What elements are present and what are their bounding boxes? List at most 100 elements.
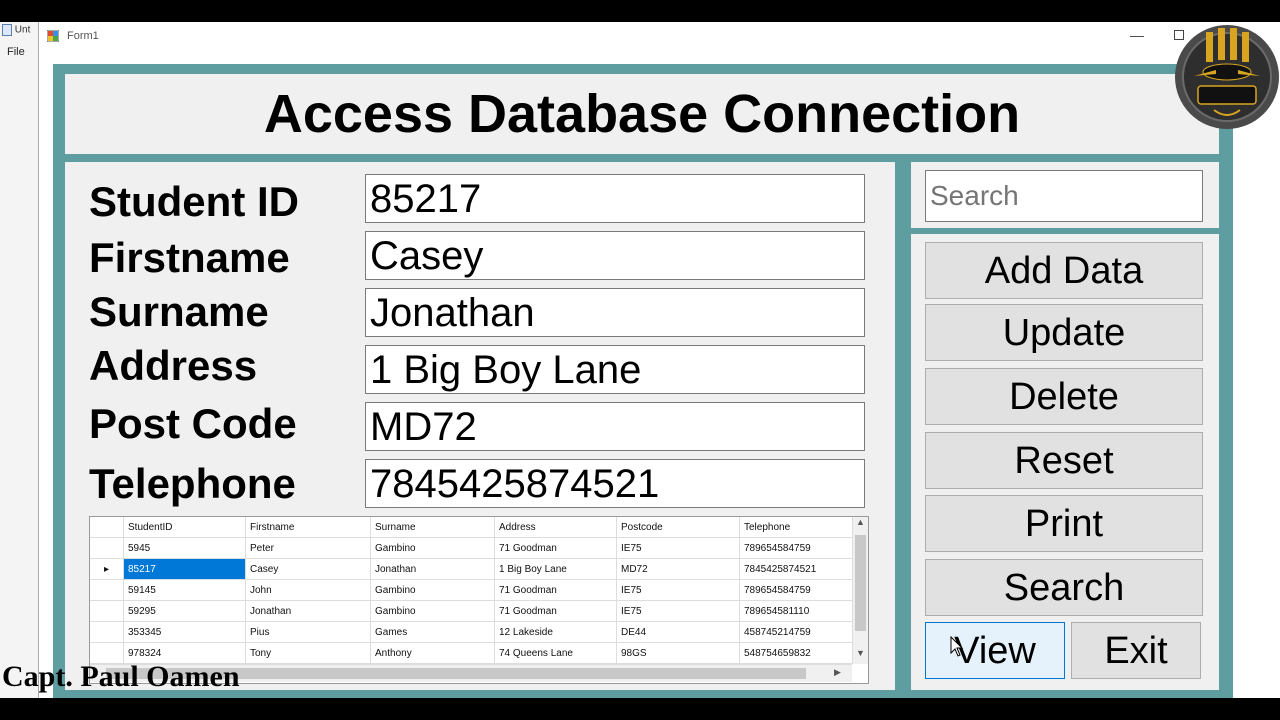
ide-tab-label: Unt bbox=[14, 24, 31, 36]
student-id-field[interactable]: 85217 bbox=[365, 174, 865, 223]
title-panel: Access Database Connection bbox=[65, 74, 1219, 154]
grid-cell[interactable]: 458745214759 bbox=[739, 621, 855, 643]
surname-field[interactable]: Jonathan bbox=[365, 288, 865, 337]
grid-cell[interactable]: 353345 bbox=[123, 621, 246, 643]
column-header[interactable]: Surname bbox=[370, 517, 495, 538]
grid-cell-selected[interactable]: 85217 bbox=[123, 558, 246, 580]
author-caption: Capt. Paul Oamen bbox=[2, 660, 240, 693]
grid-cell[interactable]: 789654584759 bbox=[739, 579, 855, 601]
table-row[interactable]: 59145 John Gambino 71 Goodman IE75 78965… bbox=[90, 579, 855, 601]
row-header[interactable] bbox=[90, 621, 124, 643]
grid-cell[interactable]: MD72 bbox=[616, 558, 740, 580]
grid-cell[interactable]: Gambino bbox=[370, 579, 495, 601]
search-button[interactable]: Search bbox=[925, 559, 1203, 616]
captain-paul-logo bbox=[1175, 25, 1279, 129]
table-row[interactable]: 59295 Jonathan Gambino 71 Goodman IE75 7… bbox=[90, 600, 855, 622]
column-header[interactable]: Postcode bbox=[616, 517, 740, 538]
grid-cell[interactable]: 59145 bbox=[123, 579, 246, 601]
table-row[interactable]: 353345 Pius Games 12 Lakeside DE44 45874… bbox=[90, 621, 855, 643]
mouse-cursor-icon bbox=[950, 636, 964, 657]
scroll-up-icon[interactable]: ▲ bbox=[853, 517, 868, 531]
column-header[interactable]: Telephone bbox=[739, 517, 855, 538]
window-title: Form1 bbox=[67, 30, 99, 42]
grid-cell[interactable]: Jonathan bbox=[370, 558, 495, 580]
label-telephone: Telephone bbox=[89, 460, 296, 507]
minimize-button[interactable]: — bbox=[1127, 25, 1147, 45]
delete-button[interactable]: Delete bbox=[925, 368, 1203, 425]
column-header[interactable]: StudentID bbox=[123, 517, 246, 538]
vertical-scrollbar[interactable]: ▲ ▼ bbox=[852, 517, 868, 664]
ide-menu-file[interactable]: File bbox=[7, 46, 25, 58]
print-button[interactable]: Print bbox=[925, 495, 1203, 552]
file-icon bbox=[2, 24, 12, 36]
grid-cell[interactable]: 71 Goodman bbox=[494, 579, 617, 601]
grid-cell[interactable]: IE75 bbox=[616, 537, 740, 559]
grid-cell[interactable]: Gambino bbox=[370, 600, 495, 622]
grid-cell[interactable]: 789654581110 bbox=[739, 600, 855, 622]
label-post-code: Post Code bbox=[89, 400, 297, 447]
column-header[interactable]: Address bbox=[494, 517, 617, 538]
label-student-id: Student ID bbox=[89, 178, 299, 225]
firstname-field[interactable]: Casey bbox=[365, 231, 865, 280]
search-input[interactable] bbox=[925, 170, 1203, 222]
grid-cell[interactable]: 548754659832 bbox=[739, 642, 855, 664]
grid-header-row: StudentID Firstname Surname Address Post… bbox=[90, 517, 855, 538]
row-header-corner bbox=[90, 517, 124, 538]
grid-table: StudentID Firstname Surname Address Post… bbox=[90, 517, 855, 664]
form-window: Form1 — Access Database Connection Stude… bbox=[38, 22, 1280, 698]
add-data-button[interactable]: Add Data bbox=[925, 242, 1203, 299]
grid-cell[interactable]: 5945 bbox=[123, 537, 246, 559]
vertical-scroll-thumb[interactable] bbox=[855, 535, 866, 631]
screen: Unt File Form1 — Access Database Connect… bbox=[0, 22, 1280, 698]
grid-cell[interactable]: John bbox=[245, 579, 371, 601]
column-header[interactable]: Firstname bbox=[245, 517, 371, 538]
ide-tab[interactable]: Unt bbox=[2, 24, 30, 36]
grid-cell[interactable]: 12 Lakeside bbox=[494, 621, 617, 643]
scroll-right-icon[interactable]: ▶ bbox=[834, 667, 848, 678]
row-header[interactable] bbox=[90, 579, 124, 601]
address-field[interactable]: 1 Big Boy Lane bbox=[365, 345, 865, 394]
label-address: Address bbox=[89, 342, 258, 389]
post-code-field[interactable]: MD72 bbox=[365, 402, 865, 451]
grid-cell[interactable]: Anthony bbox=[370, 642, 495, 664]
current-row-marker-icon[interactable]: ▸ bbox=[90, 558, 124, 580]
form-body: Access Database Connection Student ID 85… bbox=[53, 64, 1233, 698]
grid-cell[interactable]: 59295 bbox=[123, 600, 246, 622]
grid-cell[interactable]: Casey bbox=[245, 558, 371, 580]
grid-cell[interactable]: Games bbox=[370, 621, 495, 643]
fields-panel: Student ID 85217 Firstname Casey Surname… bbox=[65, 162, 895, 690]
grid-cell[interactable]: Pius bbox=[245, 621, 371, 643]
grid-cell[interactable]: 7845425874521 bbox=[739, 558, 855, 580]
ide-background-strip: Unt File bbox=[0, 22, 39, 698]
exit-button[interactable]: Exit bbox=[1071, 622, 1201, 679]
grid-cell[interactable]: 1 Big Boy Lane bbox=[494, 558, 617, 580]
search-panel bbox=[911, 162, 1219, 228]
reset-button[interactable]: Reset bbox=[925, 432, 1203, 489]
grid-cell[interactable]: 71 Goodman bbox=[494, 537, 617, 559]
buttons-panel: Add Data Update Delete Reset Print Searc… bbox=[911, 234, 1219, 690]
row-header[interactable] bbox=[90, 600, 124, 622]
row-header[interactable] bbox=[90, 537, 124, 559]
grid-cell[interactable]: 98GS bbox=[616, 642, 740, 664]
grid-cell[interactable]: Peter bbox=[245, 537, 371, 559]
grid-cell[interactable]: 74 Queens Lane bbox=[494, 642, 617, 664]
grid-cell[interactable]: Gambino bbox=[370, 537, 495, 559]
grid-cell[interactable]: IE75 bbox=[616, 600, 740, 622]
update-button[interactable]: Update bbox=[925, 304, 1203, 361]
label-firstname: Firstname bbox=[89, 234, 290, 281]
table-row[interactable]: 5945 Peter Gambino 71 Goodman IE75 78965… bbox=[90, 537, 855, 559]
label-surname: Surname bbox=[89, 288, 269, 335]
grid-cell[interactable]: IE75 bbox=[616, 579, 740, 601]
form-icon bbox=[47, 30, 59, 42]
grid-cell[interactable]: Jonathan bbox=[245, 600, 371, 622]
grid-cell[interactable]: Tony bbox=[245, 642, 371, 664]
view-button[interactable]: View bbox=[925, 622, 1065, 679]
grid-cell[interactable]: 71 Goodman bbox=[494, 600, 617, 622]
grid-cell[interactable]: DE44 bbox=[616, 621, 740, 643]
grid-cell[interactable]: 789654584759 bbox=[739, 537, 855, 559]
title-bar[interactable]: Form1 — bbox=[39, 22, 1280, 52]
table-row[interactable]: ▸ 85217 Casey Jonathan 1 Big Boy Lane MD… bbox=[90, 558, 855, 580]
scroll-down-icon[interactable]: ▼ bbox=[853, 648, 868, 662]
telephone-field[interactable]: 7845425874521 bbox=[365, 459, 865, 508]
data-grid[interactable]: StudentID Firstname Surname Address Post… bbox=[89, 516, 869, 684]
